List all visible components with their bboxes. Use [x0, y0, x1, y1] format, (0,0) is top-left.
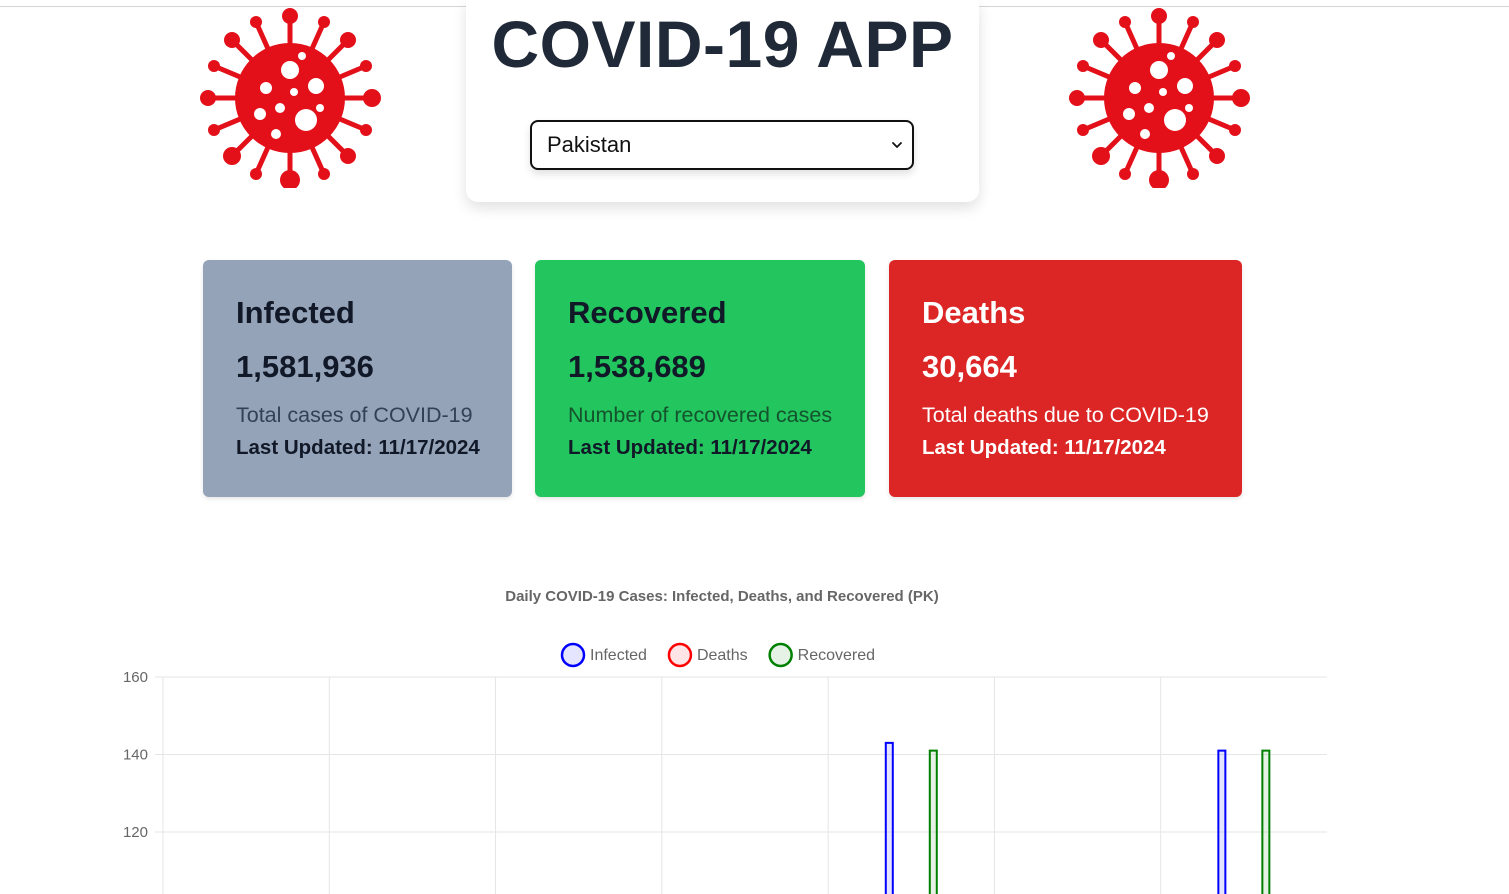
- y-tick-label: 160: [123, 669, 148, 686]
- country-select[interactable]: Pakistan: [530, 120, 914, 170]
- bar-infected: [884, 741, 894, 894]
- header-card: COVID-19 APP Pakistan: [466, 0, 979, 202]
- bar-recovered: [1261, 749, 1271, 894]
- chart-grid: [155, 676, 1327, 894]
- legend-label: Recovered: [798, 647, 875, 664]
- infected-value: 1,581,936: [236, 349, 374, 384]
- recovered-title: Recovered: [568, 295, 727, 330]
- legend-marker: [560, 642, 586, 668]
- virus-icon: [1069, 8, 1250, 188]
- recovered-last-updated: Last Updated: 11/17/2024: [568, 436, 812, 459]
- recovered-value: 1,538,689: [568, 349, 706, 384]
- country-select-value: Pakistan: [547, 132, 632, 157]
- recovered-description: Number of recovered cases: [568, 403, 833, 427]
- deaths-value: 30,664: [922, 349, 1017, 384]
- chart-y-ticks: 160 140 120: [123, 669, 148, 841]
- deaths-last-updated: Last Updated: 11/17/2024: [922, 436, 1166, 459]
- infected-description: Total cases of COVID-19: [236, 403, 473, 427]
- chart-legend: Infected Deaths Recovered: [560, 642, 875, 668]
- chart-bars: [884, 741, 1271, 894]
- legend-marker: [768, 642, 793, 668]
- chart-title: Daily COVID-19 Cases: Infected, Deaths, …: [505, 588, 938, 605]
- chevron-down-icon: [892, 142, 902, 148]
- legend-marker: [667, 642, 693, 668]
- y-tick-label: 120: [123, 824, 148, 841]
- recovered-card: Recovered 1,538,689 Number of recovered …: [535, 260, 865, 497]
- legend-label: Deaths: [697, 647, 748, 664]
- daily-cases-chart: Daily COVID-19 Cases: Infected, Deaths, …: [123, 588, 1327, 894]
- infected-card: Infected 1,581,936 Total cases of COVID-…: [203, 260, 512, 497]
- bar-infected: [1217, 749, 1227, 894]
- infected-last-updated: Last Updated: 11/17/2024: [236, 436, 480, 459]
- deaths-description: Total deaths due to COVID-19: [922, 403, 1209, 427]
- bar-recovered: [928, 749, 938, 894]
- y-tick-label: 140: [123, 747, 148, 764]
- app-title: COVID-19 APP: [491, 7, 954, 81]
- deaths-card: Deaths 30,664 Total deaths due to COVID-…: [889, 260, 1242, 497]
- deaths-title: Deaths: [922, 295, 1026, 330]
- infected-title: Infected: [236, 295, 355, 330]
- virus-icon: [200, 8, 381, 188]
- legend-label: Infected: [590, 647, 647, 664]
